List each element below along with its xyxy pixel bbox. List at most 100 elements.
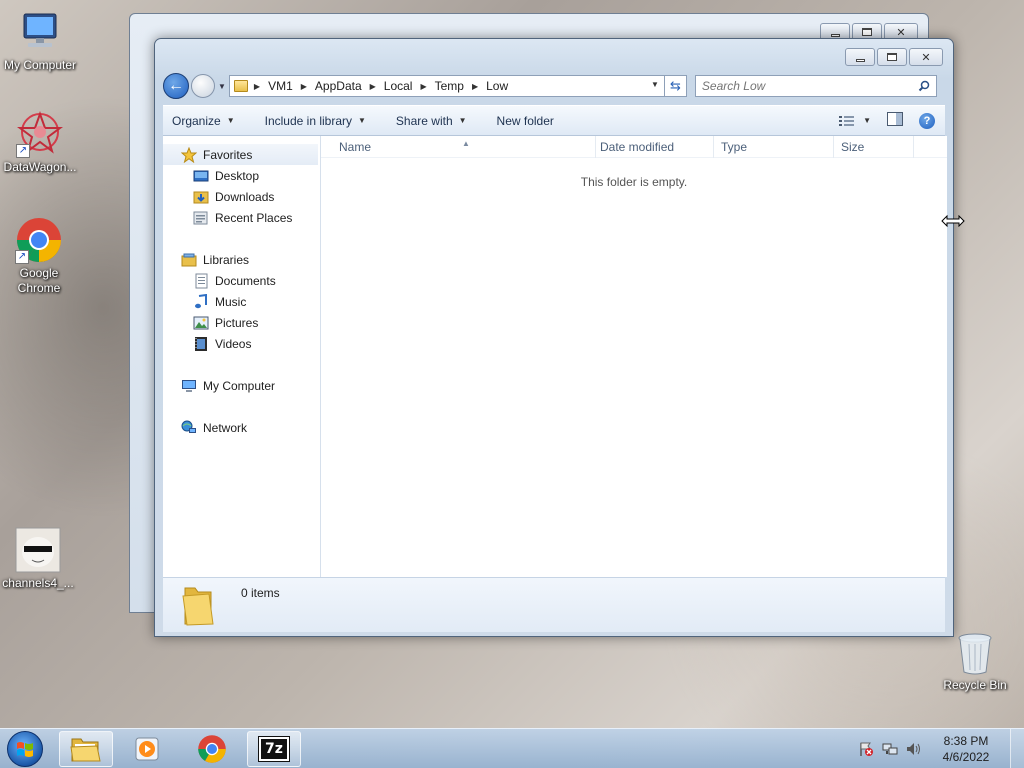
search-input[interactable] bbox=[701, 79, 902, 93]
forward-button[interactable] bbox=[191, 74, 215, 98]
taskbar-media-player[interactable] bbox=[121, 731, 175, 767]
network-status-icon[interactable] bbox=[882, 741, 898, 757]
computer-group: My Computer bbox=[163, 375, 320, 396]
desktop-icon-channels4[interactable]: channels4_... bbox=[0, 526, 78, 591]
nav-network[interactable]: Network bbox=[163, 417, 320, 438]
action-center-flag-icon[interactable] bbox=[858, 741, 874, 757]
maximize-icon bbox=[887, 53, 897, 61]
help-icon[interactable]: ? bbox=[919, 112, 935, 129]
system-tray: 8:38 PM 4/6/2022 bbox=[858, 729, 1024, 768]
search-icon[interactable] bbox=[918, 80, 930, 92]
column-header-type[interactable]: Type bbox=[714, 136, 834, 158]
address-bar[interactable]: ▶ VM1 ▶ AppData ▶ Local ▶ Temp ▶ Low ▼ bbox=[228, 75, 665, 97]
command-bar: Organize ▼ Include in library ▼ Share with… bbox=[163, 105, 945, 136]
desktop-icon-label: Recycle Bin bbox=[943, 678, 1007, 692]
column-size-label: Size bbox=[841, 140, 865, 154]
nav-videos[interactable]: Videos bbox=[163, 333, 320, 354]
desktop-icon-datawagon[interactable]: ↗ DataWagon... bbox=[0, 110, 80, 175]
close-icon: ✕ bbox=[896, 26, 906, 39]
column-header-date-modified[interactable]: Date modified bbox=[593, 136, 714, 158]
share-with-button[interactable]: Share with ▼ bbox=[396, 114, 467, 128]
chrome-icon bbox=[198, 735, 226, 763]
network-icon bbox=[181, 420, 197, 436]
preview-pane-button[interactable] bbox=[887, 112, 903, 129]
nav-documents[interactable]: Documents bbox=[163, 270, 320, 291]
network-group: Network bbox=[163, 417, 320, 438]
nav-favorites[interactable]: Favorites bbox=[163, 144, 318, 165]
breadcrumb-separator-icon[interactable]: ▶ bbox=[254, 82, 260, 91]
show-desktop-button[interactable] bbox=[1010, 729, 1024, 768]
nav-music-label: Music bbox=[215, 294, 247, 309]
breadcrumb-separator-icon[interactable]: ▶ bbox=[472, 82, 478, 91]
shortcut-arrow-icon: ↗ bbox=[15, 250, 29, 264]
videos-icon bbox=[193, 336, 209, 352]
nav-libraries[interactable]: Libraries bbox=[163, 249, 320, 270]
change-view-button[interactable]: ▼ bbox=[839, 115, 871, 127]
column-header-size[interactable]: Size bbox=[834, 136, 914, 158]
column-header-name[interactable]: Name ▲ bbox=[332, 136, 596, 158]
close-button[interactable]: ✕ bbox=[909, 48, 943, 66]
new-folder-button[interactable]: New folder bbox=[497, 114, 554, 128]
windows-logo-icon bbox=[17, 742, 33, 757]
explorer-window[interactable]: ✕ ← ▼ ▶ VM1 ▶ AppData ▶ Local ▶ Temp ▶ L… bbox=[154, 38, 954, 637]
taskbar-explorer[interactable] bbox=[59, 731, 113, 767]
breadcrumb-separator-icon[interactable]: ▶ bbox=[301, 82, 307, 91]
navigation-pane: Favorites Desktop Downloads Recent Place… bbox=[163, 136, 321, 577]
column-headers: Name ▲ Date modified Type Size bbox=[321, 136, 947, 158]
nav-downloads[interactable]: Downloads bbox=[163, 186, 320, 207]
include-in-library-button[interactable]: Include in library ▼ bbox=[265, 114, 366, 128]
nav-my-computer[interactable]: My Computer bbox=[163, 375, 320, 396]
desktop-icon-label: Google Chrome bbox=[17, 266, 61, 295]
column-name-label: Name bbox=[339, 140, 372, 154]
back-button[interactable]: ← bbox=[163, 73, 189, 99]
minimize-icon bbox=[855, 58, 865, 62]
breadcrumb-local[interactable]: Local bbox=[384, 79, 413, 93]
new-folder-label: New folder bbox=[496, 113, 554, 128]
organize-button[interactable]: Organize ▼ bbox=[172, 114, 235, 128]
desktop-icon-google-chrome[interactable]: ↗ Google Chrome bbox=[0, 216, 79, 296]
media-player-icon bbox=[135, 737, 159, 761]
desktop-icon-recycle-bin[interactable]: Recycle Bin bbox=[935, 632, 1015, 693]
taskbar-chrome[interactable] bbox=[185, 731, 239, 767]
desktop-icon-label: My Computer bbox=[3, 58, 77, 72]
address-dropdown-icon[interactable]: ▼ bbox=[651, 80, 659, 89]
volume-icon[interactable] bbox=[906, 741, 922, 757]
breadcrumb-low[interactable]: Low bbox=[486, 79, 508, 93]
breadcrumb-separator-icon[interactable]: ▶ bbox=[370, 82, 376, 91]
chrome-icon: ↗ bbox=[15, 216, 63, 264]
clock-time: 8:38 PM bbox=[943, 734, 989, 748]
column-type-label: Type bbox=[721, 140, 748, 154]
clock[interactable]: 8:38 PM 4/6/2022 bbox=[930, 733, 1002, 765]
nav-libraries-label: Libraries bbox=[203, 252, 250, 267]
toolbar-right: ▼ ? bbox=[839, 112, 935, 129]
minimize-button[interactable] bbox=[845, 48, 875, 66]
recent-pages-dropdown-icon[interactable]: ▼ bbox=[218, 82, 226, 91]
nav-desktop[interactable]: Desktop bbox=[163, 165, 320, 186]
breadcrumb-appdata[interactable]: AppData bbox=[315, 79, 362, 93]
window-controls: ✕ bbox=[845, 48, 943, 66]
computer-icon bbox=[16, 8, 64, 56]
maximize-button[interactable] bbox=[877, 48, 907, 66]
image-file-icon bbox=[14, 526, 62, 574]
breadcrumb-temp[interactable]: Temp bbox=[435, 79, 464, 93]
breadcrumb-vm1[interactable]: VM1 bbox=[268, 79, 293, 93]
taskbar-7zip[interactable]: 7z bbox=[247, 731, 301, 767]
nav-music[interactable]: Music bbox=[163, 291, 320, 312]
maximize-icon bbox=[862, 28, 872, 36]
sort-ascending-icon: ▲ bbox=[462, 139, 470, 148]
nav-documents-label: Documents bbox=[215, 273, 276, 288]
star-icon bbox=[180, 146, 198, 163]
details-pane: 0 items bbox=[163, 577, 945, 632]
nav-recent-places[interactable]: Recent Places bbox=[163, 207, 320, 228]
nav-my-computer-label: My Computer bbox=[203, 378, 276, 393]
organize-label: Organize bbox=[172, 113, 221, 128]
start-button[interactable] bbox=[7, 731, 43, 767]
refresh-button[interactable]: ⇆ bbox=[664, 75, 687, 97]
file-list-pane[interactable]: Name ▲ Date modified Type Size This fold… bbox=[321, 136, 947, 577]
search-box[interactable] bbox=[694, 75, 937, 97]
breadcrumb-separator-icon[interactable]: ▶ bbox=[420, 82, 426, 91]
7zip-icon: 7z bbox=[258, 736, 290, 762]
nav-pictures[interactable]: Pictures bbox=[163, 312, 320, 333]
desktop-icon-my-computer[interactable]: My Computer bbox=[0, 8, 80, 73]
folder-icon bbox=[181, 584, 215, 626]
